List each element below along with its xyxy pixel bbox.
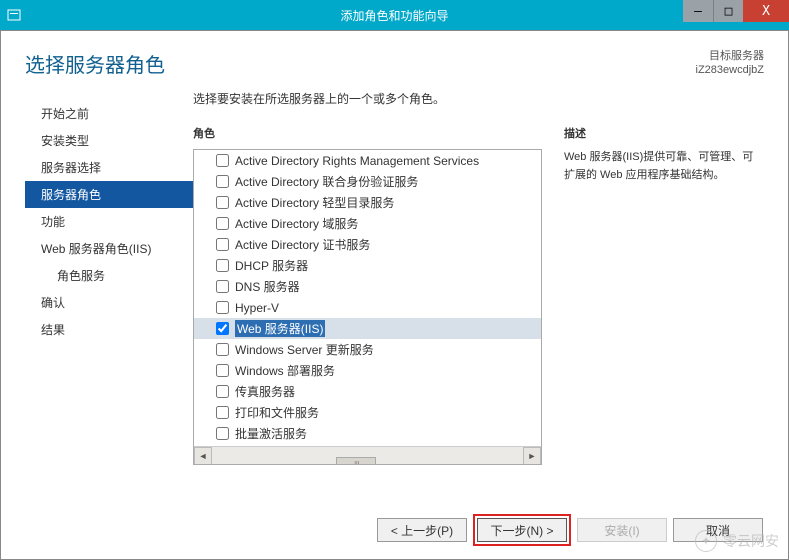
horizontal-scrollbar[interactable]: ◄ ► bbox=[194, 446, 541, 464]
role-label: Windows 部署服务 bbox=[235, 362, 335, 379]
role-label: Web 服务器(IIS) bbox=[235, 320, 325, 337]
role-checkbox[interactable] bbox=[216, 154, 229, 167]
role-label: 打印和文件服务 bbox=[235, 404, 319, 421]
scroll-left-arrow[interactable]: ◄ bbox=[194, 447, 212, 465]
role-row[interactable]: Windows 部署服务 bbox=[194, 360, 541, 381]
nav-item[interactable]: Web 服务器角色(IIS) bbox=[25, 235, 193, 262]
columns: 角色 Active Directory Rights Management Se… bbox=[193, 125, 764, 465]
target-server: 目标服务器 iZ283ewcdjbZ bbox=[696, 49, 764, 78]
window-controls: — □ X bbox=[683, 0, 789, 22]
install-button: 安装(I) bbox=[577, 518, 667, 542]
nav-item[interactable]: 角色服务 bbox=[25, 262, 193, 289]
nav-item[interactable]: 开始之前 bbox=[25, 100, 193, 127]
scroll-right-arrow[interactable]: ► bbox=[523, 447, 541, 465]
target-value: iZ283ewcdjbZ bbox=[696, 63, 764, 77]
content-area: 开始之前安装类型服务器选择服务器角色功能Web 服务器角色(IIS)角色服务确认… bbox=[1, 88, 788, 465]
next-button[interactable]: 下一步(N) > bbox=[477, 518, 567, 542]
role-label: 传真服务器 bbox=[235, 383, 295, 400]
previous-button[interactable]: < 上一步(P) bbox=[377, 518, 467, 542]
page-title: 选择服务器角色 bbox=[25, 49, 165, 78]
role-row[interactable]: Active Directory 域服务 bbox=[194, 213, 541, 234]
target-label: 目标服务器 bbox=[696, 49, 764, 63]
role-label: Hyper-V bbox=[235, 301, 279, 315]
role-label: DHCP 服务器 bbox=[235, 257, 308, 274]
roles-list: Active Directory Rights Management Servi… bbox=[194, 150, 541, 446]
maximize-button[interactable]: □ bbox=[713, 0, 743, 22]
role-checkbox[interactable] bbox=[216, 322, 229, 335]
window-body: 选择服务器角色 目标服务器 iZ283ewcdjbZ 开始之前安装类型服务器选择… bbox=[0, 30, 789, 560]
role-row[interactable]: 批量激活服务 bbox=[194, 423, 541, 444]
description-label: 描述 bbox=[564, 125, 764, 141]
role-checkbox[interactable] bbox=[216, 406, 229, 419]
role-label: DNS 服务器 bbox=[235, 278, 300, 295]
nav-item[interactable]: 功能 bbox=[25, 208, 193, 235]
nav-item[interactable]: 服务器角色 bbox=[25, 181, 193, 208]
role-row[interactable]: DNS 服务器 bbox=[194, 276, 541, 297]
role-row[interactable]: Web 服务器(IIS) bbox=[194, 318, 541, 339]
role-checkbox[interactable] bbox=[216, 175, 229, 188]
role-checkbox[interactable] bbox=[216, 217, 229, 230]
roles-listbox[interactable]: Active Directory Rights Management Servi… bbox=[193, 149, 542, 465]
role-label: 批量激活服务 bbox=[235, 425, 307, 442]
role-row[interactable]: Active Directory 轻型目录服务 bbox=[194, 192, 541, 213]
description-text: Web 服务器(IIS)提供可靠、可管理、可扩展的 Web 应用程序基础结构。 bbox=[564, 149, 764, 184]
role-row[interactable]: Active Directory Rights Management Servi… bbox=[194, 150, 541, 171]
minimize-button[interactable]: — bbox=[683, 0, 713, 22]
role-label: Active Directory 域服务 bbox=[235, 215, 358, 232]
role-label: Active Directory 轻型目录服务 bbox=[235, 194, 394, 211]
header-area: 选择服务器角色 目标服务器 iZ283ewcdjbZ bbox=[1, 31, 788, 88]
role-checkbox[interactable] bbox=[216, 196, 229, 209]
wizard-nav: 开始之前安装类型服务器选择服务器角色功能Web 服务器角色(IIS)角色服务确认… bbox=[25, 88, 193, 465]
window-title: 添加角色和功能向导 bbox=[340, 7, 448, 24]
role-row[interactable]: Windows Server 更新服务 bbox=[194, 339, 541, 360]
description-column: 描述 Web 服务器(IIS)提供可靠、可管理、可扩展的 Web 应用程序基础结… bbox=[564, 125, 764, 465]
close-button[interactable]: X bbox=[743, 0, 789, 22]
role-checkbox[interactable] bbox=[216, 259, 229, 272]
nav-item[interactable]: 安装类型 bbox=[25, 127, 193, 154]
role-checkbox[interactable] bbox=[216, 343, 229, 356]
role-label: Active Directory 联合身份验证服务 bbox=[235, 173, 418, 190]
role-label: Windows Server 更新服务 bbox=[235, 341, 374, 358]
nav-item[interactable]: 确认 bbox=[25, 289, 193, 316]
titlebar[interactable]: 添加角色和功能向导 — □ X bbox=[0, 0, 789, 30]
role-row[interactable]: Active Directory 证书服务 bbox=[194, 234, 541, 255]
role-row[interactable]: DHCP 服务器 bbox=[194, 255, 541, 276]
role-checkbox[interactable] bbox=[216, 364, 229, 377]
role-checkbox[interactable] bbox=[216, 280, 229, 293]
next-highlight: 下一步(N) > bbox=[473, 514, 571, 546]
role-checkbox[interactable] bbox=[216, 427, 229, 440]
cancel-button[interactable]: 取消 bbox=[673, 518, 763, 542]
roles-column: 角色 Active Directory Rights Management Se… bbox=[193, 125, 542, 465]
roles-label: 角色 bbox=[193, 125, 542, 141]
role-row[interactable]: Hyper-V bbox=[194, 297, 541, 318]
main-panel: 选择要安装在所选服务器上的一个或多个角色。 角色 Active Director… bbox=[193, 88, 764, 465]
role-checkbox[interactable] bbox=[216, 301, 229, 314]
role-label: Active Directory Rights Management Servi… bbox=[235, 154, 479, 168]
nav-item[interactable]: 结果 bbox=[25, 316, 193, 343]
scroll-thumb[interactable] bbox=[336, 457, 376, 466]
role-row[interactable]: 传真服务器 bbox=[194, 381, 541, 402]
app-icon bbox=[6, 7, 22, 23]
footer-buttons: < 上一步(P) 下一步(N) > 安装(I) 取消 bbox=[377, 514, 763, 546]
instruction-text: 选择要安装在所选服务器上的一个或多个角色。 bbox=[193, 88, 764, 125]
role-label: Active Directory 证书服务 bbox=[235, 236, 370, 253]
role-row[interactable]: Active Directory 联合身份验证服务 bbox=[194, 171, 541, 192]
nav-item[interactable]: 服务器选择 bbox=[25, 154, 193, 181]
role-checkbox[interactable] bbox=[216, 385, 229, 398]
role-row[interactable]: 打印和文件服务 bbox=[194, 402, 541, 423]
role-checkbox[interactable] bbox=[216, 238, 229, 251]
